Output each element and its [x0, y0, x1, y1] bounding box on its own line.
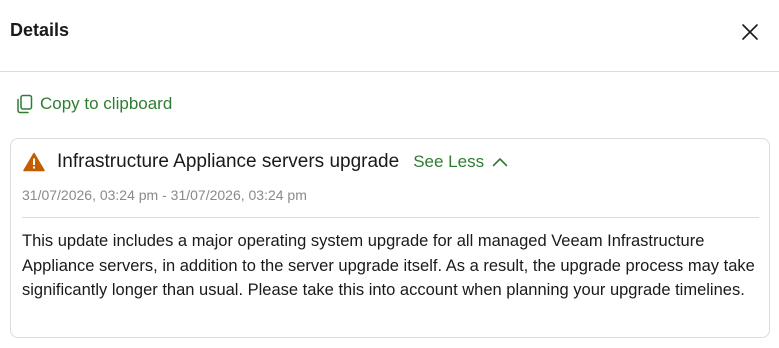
details-header: Details	[0, 0, 779, 72]
notification-timestamp: 31/07/2026, 03:24 pm - 31/07/2026, 03:24…	[22, 187, 307, 203]
page-title: Details	[10, 20, 70, 40]
close-button[interactable]	[736, 18, 764, 46]
copy-to-clipboard-button[interactable]: Copy to clipboard	[16, 94, 172, 114]
divider	[22, 217, 759, 218]
notification-card: Infrastructure Appliance servers upgrade…	[10, 138, 770, 338]
notification-title: Infrastructure Appliance servers upgrade	[57, 151, 400, 172]
notification-header: Infrastructure Appliance servers upgrade…	[23, 151, 508, 173]
close-icon	[742, 24, 758, 40]
notification-body: This update includes a major operating s…	[22, 232, 755, 299]
copy-icon	[16, 94, 34, 114]
see-less-toggle[interactable]: See Less	[413, 152, 508, 172]
see-less-label: See Less	[413, 152, 485, 171]
warning-icon	[23, 152, 45, 172]
copy-label: Copy to clipboard	[40, 94, 173, 113]
chevron-up-icon	[492, 158, 508, 167]
